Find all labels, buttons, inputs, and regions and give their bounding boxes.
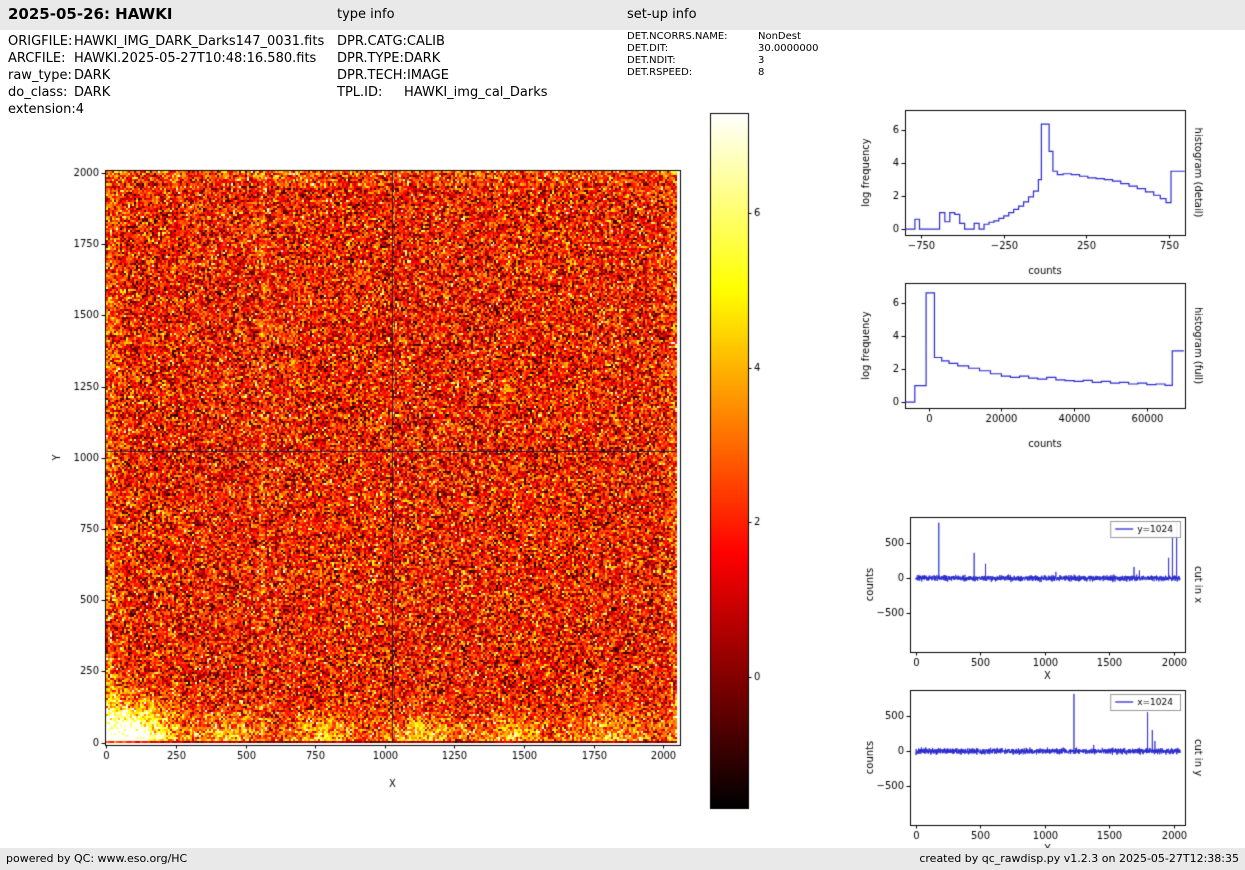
meta-value: 3	[758, 55, 765, 66]
meta-label: DET.RSPEED:	[627, 67, 693, 78]
meta-value: DARK	[74, 85, 111, 100]
meta-value: HAWKI_IMG_DARK_Darks147_0031.fits	[74, 34, 325, 49]
meta-value: 4	[75, 102, 85, 117]
meta-label: DPR.CATG:	[337, 34, 407, 49]
meta-value: CALIB	[406, 34, 445, 49]
meta-value: NonDest	[758, 31, 801, 42]
meta-row-arcfile: ARCFILE: HAWKI.2025-05-27T10:48:16.580.f…	[8, 50, 324, 67]
meta-label: DPR.TECH:	[337, 68, 407, 83]
meta-value: IMAGE	[406, 68, 449, 83]
meta-row-origfile: ORIGFILE: HAWKI_IMG_DARK_Darks147_0031.f…	[8, 33, 324, 50]
meta-row-rspeed: DET.RSPEED: 8	[627, 67, 818, 79]
meta-label: DET.NCORRS.NAME:	[627, 31, 728, 42]
meta-label: DET.NDIT:	[627, 55, 676, 66]
setup-info-block: DET.NCORRS.NAME: NonDest DET.DIT: 30.000…	[627, 31, 818, 79]
meta-value: DARK	[404, 51, 441, 66]
meta-row-dit: DET.DIT: 30.0000000	[627, 43, 818, 55]
cut-in-y-plot	[855, 678, 1233, 860]
footer-powered-by: powered by QC: www.eso.org/HC	[6, 852, 188, 865]
histogram-detail-plot	[855, 95, 1233, 285]
setup-info-heading: set-up info	[627, 7, 697, 22]
meta-row-dpr-tech: DPR.TECH: IMAGE	[337, 67, 548, 84]
meta-row-raw-type: raw_type: DARK	[8, 67, 324, 84]
dark-frame-image-plot	[40, 140, 700, 812]
meta-value: HAWKI_img_cal_Darks	[404, 85, 548, 100]
meta-value: DARK	[74, 68, 111, 83]
meta-label: do_class:	[8, 85, 68, 100]
meta-value: 8	[758, 67, 765, 78]
footer-bar: powered by QC: www.eso.org/HC created by…	[0, 848, 1245, 870]
meta-row-dpr-catg: DPR.CATG: CALIB	[337, 33, 548, 50]
meta-label: ORIGFILE:	[8, 34, 73, 49]
meta-label: extension:	[8, 102, 76, 117]
header-bar: 2025-05-26: HAWKI type info set-up info	[0, 0, 1245, 30]
meta-row-ndit: DET.NDIT: 3	[627, 55, 818, 67]
meta-label: DET.DIT:	[627, 43, 669, 54]
histogram-full-plot	[855, 268, 1233, 458]
meta-row-ncorrs: DET.NCORRS.NAME: NonDest	[627, 31, 818, 43]
type-info-heading: type info	[337, 7, 395, 22]
type-info-block: DPR.CATG: CALIB DPR.TYPE: DARK DPR.TECH:…	[337, 33, 548, 101]
page-title: 2025-05-26: HAWKI	[8, 5, 173, 23]
colorbar	[705, 108, 785, 820]
meta-value: 30.0000000	[758, 43, 819, 54]
meta-label: ARCFILE:	[8, 51, 66, 66]
meta-value: HAWKI.2025-05-27T10:48:16.580.fits	[74, 51, 317, 66]
footer-created-by: created by qc_rawdisp.py v1.2.3 on 2025-…	[919, 852, 1239, 865]
meta-row-tpl-id: TPL.ID: HAWKI_img_cal_Darks	[337, 84, 548, 101]
file-info-block: ORIGFILE: HAWKI_IMG_DARK_Darks147_0031.f…	[8, 33, 324, 118]
meta-label: DPR.TYPE:	[337, 51, 404, 66]
meta-label: TPL.ID:	[337, 85, 383, 100]
meta-label: raw_type:	[8, 68, 72, 83]
cut-in-x-plot	[855, 505, 1233, 687]
meta-row-do-class: do_class: DARK	[8, 84, 324, 101]
meta-row-extension: extension: 4	[8, 101, 324, 118]
meta-row-dpr-type: DPR.TYPE: DARK	[337, 50, 548, 67]
